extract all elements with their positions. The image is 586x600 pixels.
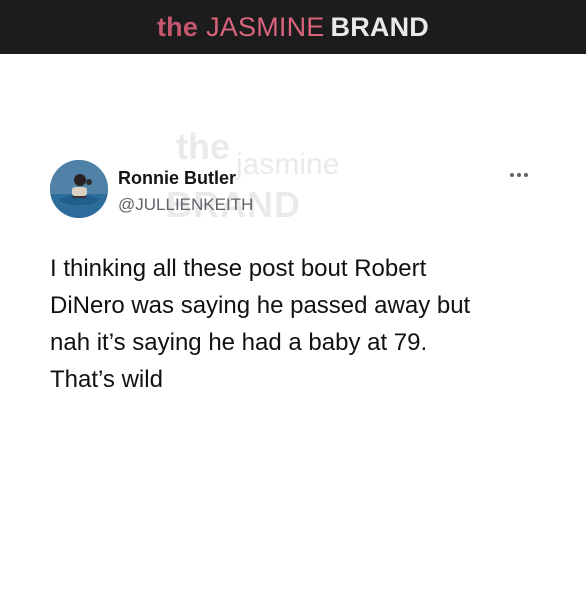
tweet-author-name[interactable]: Ronnie Butler [118, 168, 236, 189]
more-options-icon[interactable] [508, 168, 530, 180]
brand-banner: the JASMINE BRAND [0, 0, 586, 54]
tweet-body-text: I thinking all these post bout Robert Di… [50, 255, 471, 393]
avatar[interactable] [50, 160, 108, 218]
brand-jasmine: JASMINE [206, 11, 325, 42]
brand-the: the [156, 11, 199, 42]
more-options-glyph [510, 173, 528, 177]
tweet-author-handle[interactable]: @JULLIENKEITH [118, 195, 253, 215]
brand-word: BRAND [330, 11, 430, 42]
avatar-image [50, 160, 108, 218]
